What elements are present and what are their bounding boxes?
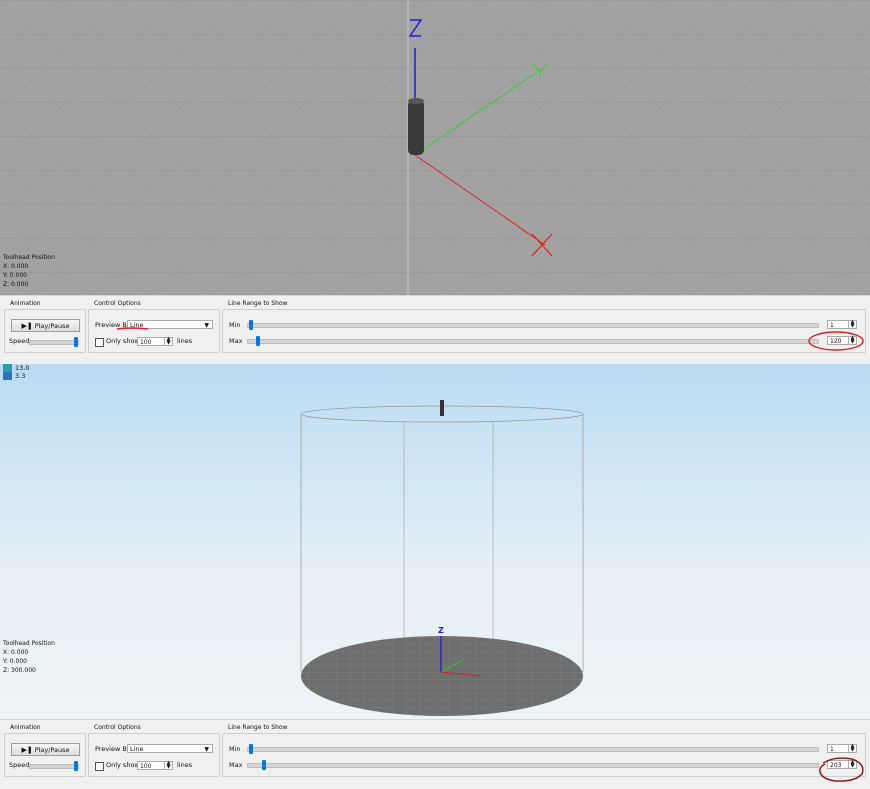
animation-title: Animation: [8, 724, 43, 731]
toolhead-x: X: 0.000: [3, 263, 29, 270]
3d-viewport[interactable]: Z 13.0 3.3 Toolhead Position X: 0.000 Y:…: [0, 364, 870, 719]
preview-by-select[interactable]: Line ▼: [127, 320, 213, 329]
animation-title: Animation: [8, 300, 43, 307]
min-spinbox[interactable]: 1 ▲ ▼: [827, 320, 857, 329]
play-pause-button[interactable]: ▶❚ Play/Pause: [11, 743, 80, 756]
legend-entry: 3.3: [3, 372, 29, 380]
legend-value: 3.3: [15, 372, 26, 380]
play-pause-icon: ▶❚: [21, 321, 33, 330]
only-show-checkbox[interactable]: [95, 338, 104, 347]
max-slider-handle[interactable]: [256, 336, 260, 346]
printer-scene: [300, 400, 584, 716]
toolhead-z: Z: 0.000: [3, 281, 29, 288]
nozzle: [440, 400, 444, 416]
min-value: 1: [830, 746, 834, 753]
max-slider[interactable]: [247, 336, 819, 346]
only-show-label: Only show: [106, 761, 140, 769]
z-axis-label: Z: [438, 626, 444, 635]
play-pause-label: Play/Pause: [34, 321, 70, 330]
toolhead-position: Toolhead Position X: 0.000 Y: 0.000 Z: 0…: [3, 253, 55, 289]
min-slider-handle[interactable]: [249, 320, 253, 330]
max-slider[interactable]: [247, 760, 819, 770]
min-slider[interactable]: [247, 320, 819, 330]
only-show-spinbox[interactable]: 100 ▲ ▼: [137, 337, 173, 346]
play-pause-icon: ▶❚: [21, 745, 33, 754]
min-slider-handle[interactable]: [249, 744, 253, 754]
max-spinbox[interactable]: 203 ▲ ▼: [827, 760, 857, 769]
control-panel: Animation ▶❚ Play/Pause Speed: Control O…: [0, 295, 870, 365]
min-label: Min: [229, 321, 241, 329]
min-value: 1: [830, 322, 834, 329]
control-options-title: Control Options: [92, 724, 143, 731]
max-value: 120: [830, 338, 842, 345]
legend-swatch: [3, 364, 12, 372]
animation-group: Animation ▶❚ Play/Pause Speed:: [4, 300, 86, 353]
toolhead-title: Toolhead Position: [3, 640, 55, 647]
spin-arrows-icon[interactable]: ▲ ▼: [848, 336, 856, 344]
nozzle-top: [408, 98, 424, 104]
toolhead-z: Z: 300.000: [3, 667, 36, 674]
chevron-down-icon: ▼: [204, 746, 209, 753]
line-range-group: Line Range to Show Min 1 ▲ ▼ Max 120 ▲ ▼: [222, 300, 866, 353]
min-slider[interactable]: [247, 744, 819, 754]
toolhead-y: Y: 0.000: [3, 658, 27, 665]
control-panel: Animation ▶❚ Play/Pause Speed: Control O…: [0, 719, 870, 789]
min-label: Min: [229, 745, 241, 753]
min-spinbox[interactable]: 1 ▲ ▼: [827, 744, 857, 753]
preview-by-value: Line: [130, 321, 144, 329]
line-range-title: Line Range to Show: [226, 300, 290, 307]
3d-viewport[interactable]: Toolhead Position X: 0.000 Y: 0.000 Z: 0…: [0, 0, 870, 295]
preview-by-label: Preview By: [95, 321, 131, 329]
only-show-value: 100: [140, 763, 152, 770]
spin-arrows-icon[interactable]: ▲ ▼: [164, 337, 172, 345]
line-range-group: Line Range to Show Min 1 ▲ ▼ Max 203 ▲ ▼: [222, 724, 866, 777]
legend-entry: 13.0: [3, 364, 29, 372]
spin-arrows-icon[interactable]: ▲ ▼: [164, 761, 172, 769]
preview-by-label: Preview By: [95, 745, 131, 753]
max-value: 203: [830, 762, 842, 769]
lines-label: lines: [177, 761, 193, 769]
only-show-label: Only show: [106, 337, 140, 345]
control-options-group: Control Options Preview By Line ▼ Only s…: [88, 300, 220, 353]
line-range-title: Line Range to Show: [226, 724, 290, 731]
chevron-down-icon: ▼: [204, 322, 209, 329]
play-pause-label: Play/Pause: [34, 745, 70, 754]
spin-arrows-icon[interactable]: ▲ ▼: [848, 760, 856, 768]
toolhead-title: Toolhead Position: [3, 254, 55, 261]
spin-arrows-icon[interactable]: ▲ ▼: [848, 320, 856, 328]
grid-scene: [0, 0, 870, 295]
toolhead-x: X: 0.000: [3, 649, 29, 656]
speed-slider-handle[interactable]: [74, 761, 78, 771]
play-pause-button[interactable]: ▶❚ Play/Pause: [11, 319, 80, 332]
control-options-title: Control Options: [92, 300, 143, 307]
only-show-spinbox[interactable]: 100 ▲ ▼: [137, 761, 173, 770]
toolhead-y: Y: 0.000: [3, 272, 27, 279]
speed-slider[interactable]: [29, 337, 79, 347]
color-legend: 13.0 3.3: [3, 364, 29, 380]
grid-floor-2: [0, 0, 870, 295]
control-options-group: Control Options Preview By Line ▼ Only s…: [88, 724, 220, 777]
max-slider-handle[interactable]: [262, 760, 266, 770]
print-bed-grid: [301, 636, 583, 716]
max-label: Max: [229, 337, 243, 345]
spin-arrows-icon[interactable]: ▲ ▼: [848, 744, 856, 752]
toolhead-position: Toolhead Position X: 0.000 Y: 0.000 Z: 3…: [3, 639, 55, 675]
lines-label: lines: [177, 337, 193, 345]
preview-by-value: Line: [130, 745, 144, 753]
only-show-checkbox[interactable]: [95, 762, 104, 771]
speed-slider[interactable]: [29, 761, 79, 771]
nozzle-cylinder: [408, 100, 424, 155]
top-screenshot: Toolhead Position X: 0.000 Y: 0.000 Z: 0…: [0, 0, 870, 365]
preview-by-select[interactable]: Line ▼: [127, 744, 213, 753]
max-label: Max: [229, 761, 243, 769]
only-show-value: 100: [140, 339, 152, 346]
legend-swatch: [3, 372, 12, 380]
legend-value: 13.0: [15, 364, 30, 372]
bottom-screenshot: Z 13.0 3.3 Toolhead Position X: 0.000 Y:…: [0, 364, 870, 789]
speed-slider-handle[interactable]: [74, 337, 78, 347]
animation-group: Animation ▶❚ Play/Pause Speed:: [4, 724, 86, 777]
max-spinbox[interactable]: 120 ▲ ▼: [827, 336, 857, 345]
